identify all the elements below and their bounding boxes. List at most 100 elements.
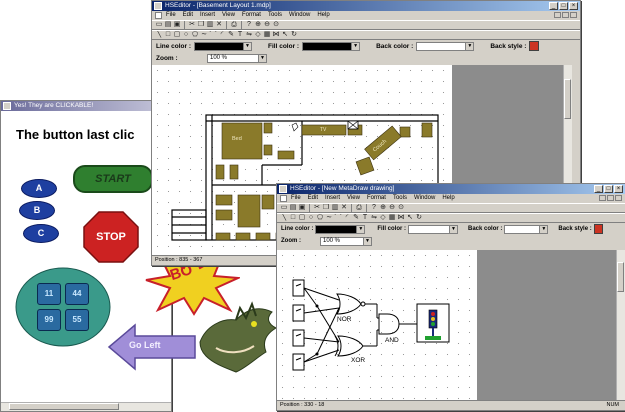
- freehand-tool-icon[interactable]: ✎: [227, 31, 235, 39]
- menu-window[interactable]: Window: [414, 194, 435, 203]
- text-tool-icon[interactable]: T: [236, 31, 244, 39]
- print-icon[interactable]: ⎙: [230, 21, 238, 29]
- cut-icon[interactable]: ✂: [313, 204, 321, 212]
- keypad-key[interactable]: 44: [65, 283, 89, 305]
- minimize-button[interactable]: _: [549, 2, 558, 10]
- bezier-tool-icon[interactable]: ◜: [343, 214, 351, 222]
- line-color-select[interactable]: ▼: [315, 224, 366, 234]
- image-tool-icon[interactable]: ▦: [263, 31, 271, 39]
- button-b[interactable]: B: [19, 201, 55, 220]
- back-color-select[interactable]: ▼: [504, 224, 549, 234]
- open-icon[interactable]: ▤: [164, 21, 172, 29]
- text-tool-icon[interactable]: T: [361, 214, 369, 222]
- rotate-tool-icon[interactable]: ↻: [290, 31, 298, 39]
- zoom-out-icon[interactable]: ⊖: [263, 21, 271, 29]
- zoom-in-icon[interactable]: ⊕: [379, 204, 387, 212]
- menu-edit[interactable]: Edit: [308, 194, 318, 203]
- zoom-in-icon[interactable]: ⊕: [254, 21, 262, 29]
- menu-file[interactable]: File: [166, 11, 176, 20]
- close-button[interactable]: ×: [569, 2, 578, 10]
- keypad-key[interactable]: 11: [37, 283, 61, 305]
- pointer-tool-icon[interactable]: ↖: [281, 31, 289, 39]
- rounded-rect-tool-icon[interactable]: ▢: [298, 214, 306, 222]
- menu-insert[interactable]: Insert: [200, 11, 215, 20]
- dragon-image[interactable]: [196, 298, 280, 376]
- button-c[interactable]: C: [23, 224, 59, 243]
- rectangle-tool-icon[interactable]: □: [164, 31, 172, 39]
- close-button[interactable]: ×: [614, 185, 623, 193]
- line-tool-icon[interactable]: ╲: [155, 31, 163, 39]
- back-style-swatch[interactable]: [593, 224, 603, 234]
- stop-sign-button[interactable]: STOP: [83, 211, 139, 263]
- mdi-close[interactable]: [570, 12, 577, 18]
- bezier-tool-icon[interactable]: ◜: [218, 31, 226, 39]
- zoom-select[interactable]: 100 % ▼: [320, 236, 372, 246]
- menu-help[interactable]: Help: [317, 11, 329, 20]
- freehand-tool-icon[interactable]: ✎: [352, 214, 360, 222]
- button-a[interactable]: A: [21, 179, 57, 198]
- fill-color-select[interactable]: ▼: [408, 224, 459, 234]
- maximize-button[interactable]: □: [604, 185, 613, 193]
- start-button[interactable]: START: [73, 165, 153, 193]
- save-icon[interactable]: ▣: [298, 204, 306, 212]
- menu-tools[interactable]: Tools: [268, 11, 282, 20]
- zoom-fit-icon[interactable]: ⊙: [397, 204, 405, 212]
- new-icon[interactable]: ▭: [280, 204, 288, 212]
- polygon-tool-icon[interactable]: ⬠: [316, 214, 324, 222]
- back-color-select[interactable]: ▼: [416, 41, 475, 51]
- keypad-key[interactable]: 55: [65, 309, 89, 331]
- menu-edit[interactable]: Edit: [183, 11, 193, 20]
- shape-tool-icon[interactable]: ◇: [254, 31, 262, 39]
- back-style-swatch[interactable]: [529, 41, 540, 51]
- mdi-minimize[interactable]: [599, 195, 606, 201]
- main-titlebar[interactable]: HSEditor - [Basement Layout 1.mdp] _ □ ×: [152, 1, 580, 11]
- node-tool-icon[interactable]: ⋈: [397, 214, 405, 222]
- keypad-button[interactable]: 11 44 99 55: [15, 267, 111, 347]
- demo-window-titlebar[interactable]: Yes! They are CLICKABLE!: [1, 101, 171, 111]
- help-icon[interactable]: ?: [245, 21, 253, 29]
- ellipse-tool-icon[interactable]: ○: [307, 214, 315, 222]
- menu-help[interactable]: Help: [442, 194, 454, 203]
- go-left-button[interactable]: Go Left: [107, 323, 197, 371]
- shape-tool-icon[interactable]: ◇: [379, 214, 387, 222]
- curve-tool-icon[interactable]: ∼: [200, 31, 208, 39]
- open-icon[interactable]: ▤: [289, 204, 297, 212]
- help-icon[interactable]: ?: [370, 204, 378, 212]
- polyline-tool-icon[interactable]: ⌒: [334, 214, 342, 222]
- node-tool-icon[interactable]: ⋈: [272, 31, 280, 39]
- rounded-rect-tool-icon[interactable]: ▢: [173, 31, 181, 39]
- mdi-restore[interactable]: [607, 195, 614, 201]
- connector-tool-icon[interactable]: ⇋: [245, 31, 253, 39]
- pointer-tool-icon[interactable]: ↖: [406, 214, 414, 222]
- menu-file[interactable]: File: [291, 194, 301, 203]
- maximize-button[interactable]: □: [559, 2, 568, 10]
- polyline-tool-icon[interactable]: ⌒: [209, 31, 217, 39]
- minimize-button[interactable]: _: [594, 185, 603, 193]
- menu-format[interactable]: Format: [367, 194, 386, 203]
- mdi-restore[interactable]: [562, 12, 569, 18]
- rotate-tool-icon[interactable]: ↻: [415, 214, 423, 222]
- mdi-minimize[interactable]: [554, 12, 561, 18]
- connector-tool-icon[interactable]: ⇋: [370, 214, 378, 222]
- line-color-select[interactable]: ▼: [194, 41, 253, 51]
- menu-window[interactable]: Window: [289, 11, 310, 20]
- line-tool-icon[interactable]: ╲: [280, 214, 288, 222]
- zoom-out-icon[interactable]: ⊖: [388, 204, 396, 212]
- copy-icon[interactable]: ❐: [322, 204, 330, 212]
- zoom-fit-icon[interactable]: ⊙: [272, 21, 280, 29]
- menu-tools[interactable]: Tools: [393, 194, 407, 203]
- paste-icon[interactable]: ▥: [206, 21, 214, 29]
- second-vscroll[interactable]: [616, 250, 625, 401]
- new-icon[interactable]: ▭: [155, 21, 163, 29]
- rectangle-tool-icon[interactable]: □: [289, 214, 297, 222]
- menu-view[interactable]: View: [347, 194, 360, 203]
- menu-view[interactable]: View: [222, 11, 235, 20]
- logic-circuit-diagram[interactable]: [277, 250, 477, 401]
- fill-color-select[interactable]: ▼: [302, 41, 361, 51]
- mdi-close[interactable]: [615, 195, 622, 201]
- cut-icon[interactable]: ✂: [188, 21, 196, 29]
- ellipse-tool-icon[interactable]: ○: [182, 31, 190, 39]
- copy-icon[interactable]: ❐: [197, 21, 205, 29]
- image-tool-icon[interactable]: ▦: [388, 214, 396, 222]
- polygon-tool-icon[interactable]: ⬠: [191, 31, 199, 39]
